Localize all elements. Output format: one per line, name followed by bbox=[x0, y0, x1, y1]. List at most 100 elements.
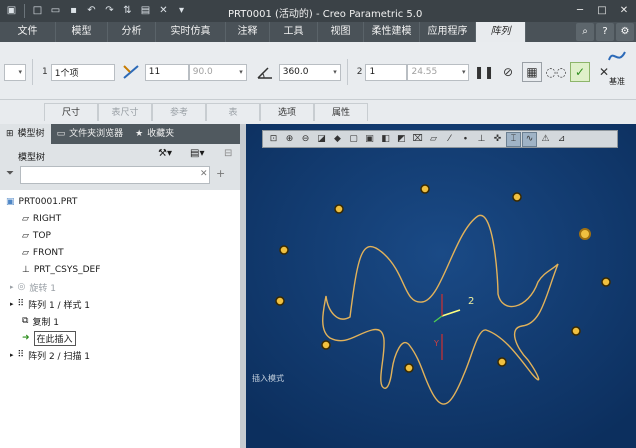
perspective-icon[interactable]: ◧ bbox=[378, 132, 393, 147]
pattern-point[interactable] bbox=[334, 204, 344, 214]
new-file-icon[interactable]: □ bbox=[30, 3, 45, 18]
show-icon[interactable]: ▤▾ bbox=[190, 148, 204, 159]
tree-item-pattern2[interactable]: ▸ ⠿ 阵列 2 / 扫描 1 bbox=[10, 347, 90, 363]
tab-analysis[interactable]: 分析 bbox=[108, 22, 156, 42]
pattern-point[interactable] bbox=[512, 192, 522, 202]
display-style-icon[interactable]: ◆ bbox=[330, 132, 345, 147]
collapse-icon[interactable]: ⊟ bbox=[224, 148, 232, 159]
tab-folder-browser[interactable]: ▭ 文件夹浏览器 bbox=[51, 124, 130, 144]
graphics-window[interactable]: 2 Y bbox=[246, 124, 636, 448]
subtab-references[interactable]: 参考 bbox=[152, 103, 206, 121]
section-icon[interactable]: ◩ bbox=[394, 132, 409, 147]
tab-view[interactable]: 视图 bbox=[318, 22, 364, 42]
zoom-out-icon[interactable]: ⊖ bbox=[298, 132, 313, 147]
redo-icon[interactable]: ↷ bbox=[102, 3, 117, 18]
minimize-icon[interactable]: ─ bbox=[572, 3, 588, 18]
tree-item-top[interactable]: ▱ TOP bbox=[22, 228, 51, 244]
tree-item-revolve[interactable]: ▸ ◎ 旋转 1 bbox=[10, 279, 56, 295]
pattern-point[interactable] bbox=[571, 326, 581, 336]
expand-arrow-icon[interactable]: ▸ bbox=[10, 351, 14, 359]
subtab-options[interactable]: 选项 bbox=[260, 103, 314, 121]
tab-pattern[interactable]: 阵列 bbox=[476, 22, 526, 42]
tab-model-tree[interactable]: ⊞ 模型树 bbox=[0, 124, 51, 144]
pattern-point[interactable] bbox=[420, 184, 430, 194]
zoom-in-icon[interactable]: ⊕ bbox=[282, 132, 297, 147]
expand-arrow-icon[interactable]: ▸ bbox=[10, 300, 14, 308]
undo-icon[interactable]: ↶ bbox=[84, 3, 99, 18]
tree-item-front[interactable]: ▱ FRONT bbox=[22, 245, 64, 261]
spin-center-icon[interactable]: ✜ bbox=[490, 132, 505, 147]
save-icon[interactable]: ▪ bbox=[66, 3, 81, 18]
subtab-properties[interactable]: 属性 bbox=[314, 103, 368, 121]
direction2-spacing-field[interactable]: 24.55 ▾ bbox=[407, 63, 470, 81]
direction1-count-field[interactable]: 1个项 bbox=[50, 63, 115, 81]
datum-group[interactable]: 基准 bbox=[600, 46, 634, 100]
annotation-display-icon[interactable]: ⌧ bbox=[410, 132, 425, 147]
tree-item-csys[interactable]: ⊥ PRT_CSYS_DEF bbox=[22, 262, 100, 278]
close-window-icon[interactable]: ✕ bbox=[156, 3, 171, 18]
subtab-table-dimensions[interactable]: 表尺寸 bbox=[98, 103, 152, 121]
tree-item-part[interactable]: ▣ PRT0001.PRT bbox=[6, 194, 77, 210]
tab-favorites[interactable]: ★ 收藏夹 bbox=[129, 124, 180, 144]
repaint-icon[interactable]: ◪ bbox=[314, 132, 329, 147]
plane-display-icon[interactable]: ▱ bbox=[426, 132, 441, 147]
tree-item-copy[interactable]: ⧉ 复制 1 bbox=[22, 313, 59, 329]
expand-arrow-icon[interactable]: ▸ bbox=[10, 283, 14, 291]
close-icon[interactable]: ✕ bbox=[616, 3, 632, 18]
pattern-type-dropdown[interactable]: ▾ bbox=[4, 63, 26, 81]
customize-dropdown-icon[interactable]: ▾ bbox=[174, 3, 189, 18]
add-filter-icon[interactable]: + bbox=[216, 167, 225, 180]
regenerate-icon[interactable]: ⇅ bbox=[120, 3, 135, 18]
member-angle-field[interactable]: 90.0 ▾ bbox=[188, 63, 247, 81]
dimension-display-icon[interactable]: ⌶ bbox=[506, 131, 521, 147]
pattern-point[interactable] bbox=[497, 357, 507, 367]
tree-item-pattern1[interactable]: ▸ ⠿ 阵列 1 / 样式 1 bbox=[10, 296, 90, 312]
pattern-point[interactable] bbox=[279, 245, 289, 255]
window-icon[interactable]: ▤ bbox=[138, 3, 153, 18]
csys-display-icon[interactable]: ⊥ bbox=[474, 132, 489, 147]
curve-display-icon[interactable]: ∿ bbox=[522, 131, 537, 147]
settings-icon[interactable]: ⚒▾ bbox=[158, 148, 172, 159]
pattern-point[interactable] bbox=[321, 340, 331, 350]
verify-preview-icon[interactable]: ▦ bbox=[522, 62, 542, 82]
flip-direction-icon[interactable] bbox=[121, 63, 141, 81]
maximize-icon[interactable]: □ bbox=[594, 3, 610, 18]
clear-icon[interactable]: ✕ bbox=[200, 169, 208, 179]
angle-extent-field[interactable]: 360.0 ▾ bbox=[278, 63, 341, 81]
no-preview-icon[interactable]: ⊘ bbox=[498, 62, 518, 82]
direction2-count-field[interactable]: 1 bbox=[365, 63, 408, 81]
tab-model[interactable]: 模型 bbox=[56, 22, 108, 42]
tab-applications[interactable]: 应用程序 bbox=[420, 22, 476, 42]
pattern-point-selected[interactable] bbox=[579, 228, 591, 240]
angle-extent-icon[interactable] bbox=[255, 63, 275, 81]
pattern-point[interactable] bbox=[601, 277, 611, 287]
subtab-tables[interactable]: 表 bbox=[206, 103, 260, 121]
pattern-point[interactable] bbox=[275, 296, 285, 306]
pause-icon[interactable]: ❚❚ bbox=[474, 62, 494, 82]
annotation-icon[interactable]: ⊿ bbox=[554, 132, 569, 147]
tab-live-simulation[interactable]: 实时仿真 bbox=[156, 22, 226, 42]
tab-flexible-modeling[interactable]: 柔性建模 bbox=[364, 22, 420, 42]
warning-icon[interactable]: ⚠ bbox=[538, 132, 553, 147]
refit-icon[interactable]: ⊡ bbox=[266, 132, 281, 147]
point-display-icon[interactable]: ∙ bbox=[458, 132, 473, 147]
ok-check-icon[interactable]: ✓ bbox=[570, 62, 590, 82]
gear-icon[interactable]: ⚙ bbox=[616, 23, 634, 41]
app-logo-icon[interactable]: ▣ bbox=[4, 3, 19, 18]
axis-display-icon[interactable]: ⁄ bbox=[442, 132, 457, 147]
pattern-point[interactable] bbox=[404, 363, 414, 373]
search-icon[interactable]: ⌕ bbox=[576, 23, 594, 41]
view-manager-icon[interactable]: ▣ bbox=[362, 132, 377, 147]
tab-annotate[interactable]: 注释 bbox=[226, 22, 270, 42]
filter-input[interactable] bbox=[20, 166, 210, 184]
help-icon[interactable]: ? bbox=[596, 23, 614, 41]
subtab-dimensions[interactable]: 尺寸 bbox=[44, 103, 98, 121]
saved-views-icon[interactable]: ▢ bbox=[346, 132, 361, 147]
tree-item-right[interactable]: ▱ RIGHT bbox=[22, 211, 61, 227]
member-count-field[interactable]: 11 bbox=[144, 63, 189, 81]
tab-file[interactable]: 文件 bbox=[0, 22, 56, 42]
glasses-icon[interactable]: ◌◌ bbox=[546, 62, 567, 82]
tree-item-insert-here[interactable]: ➜ 在此插入 bbox=[22, 330, 76, 346]
open-file-icon[interactable]: ▭ bbox=[48, 3, 63, 18]
tab-tools[interactable]: 工具 bbox=[270, 22, 318, 42]
